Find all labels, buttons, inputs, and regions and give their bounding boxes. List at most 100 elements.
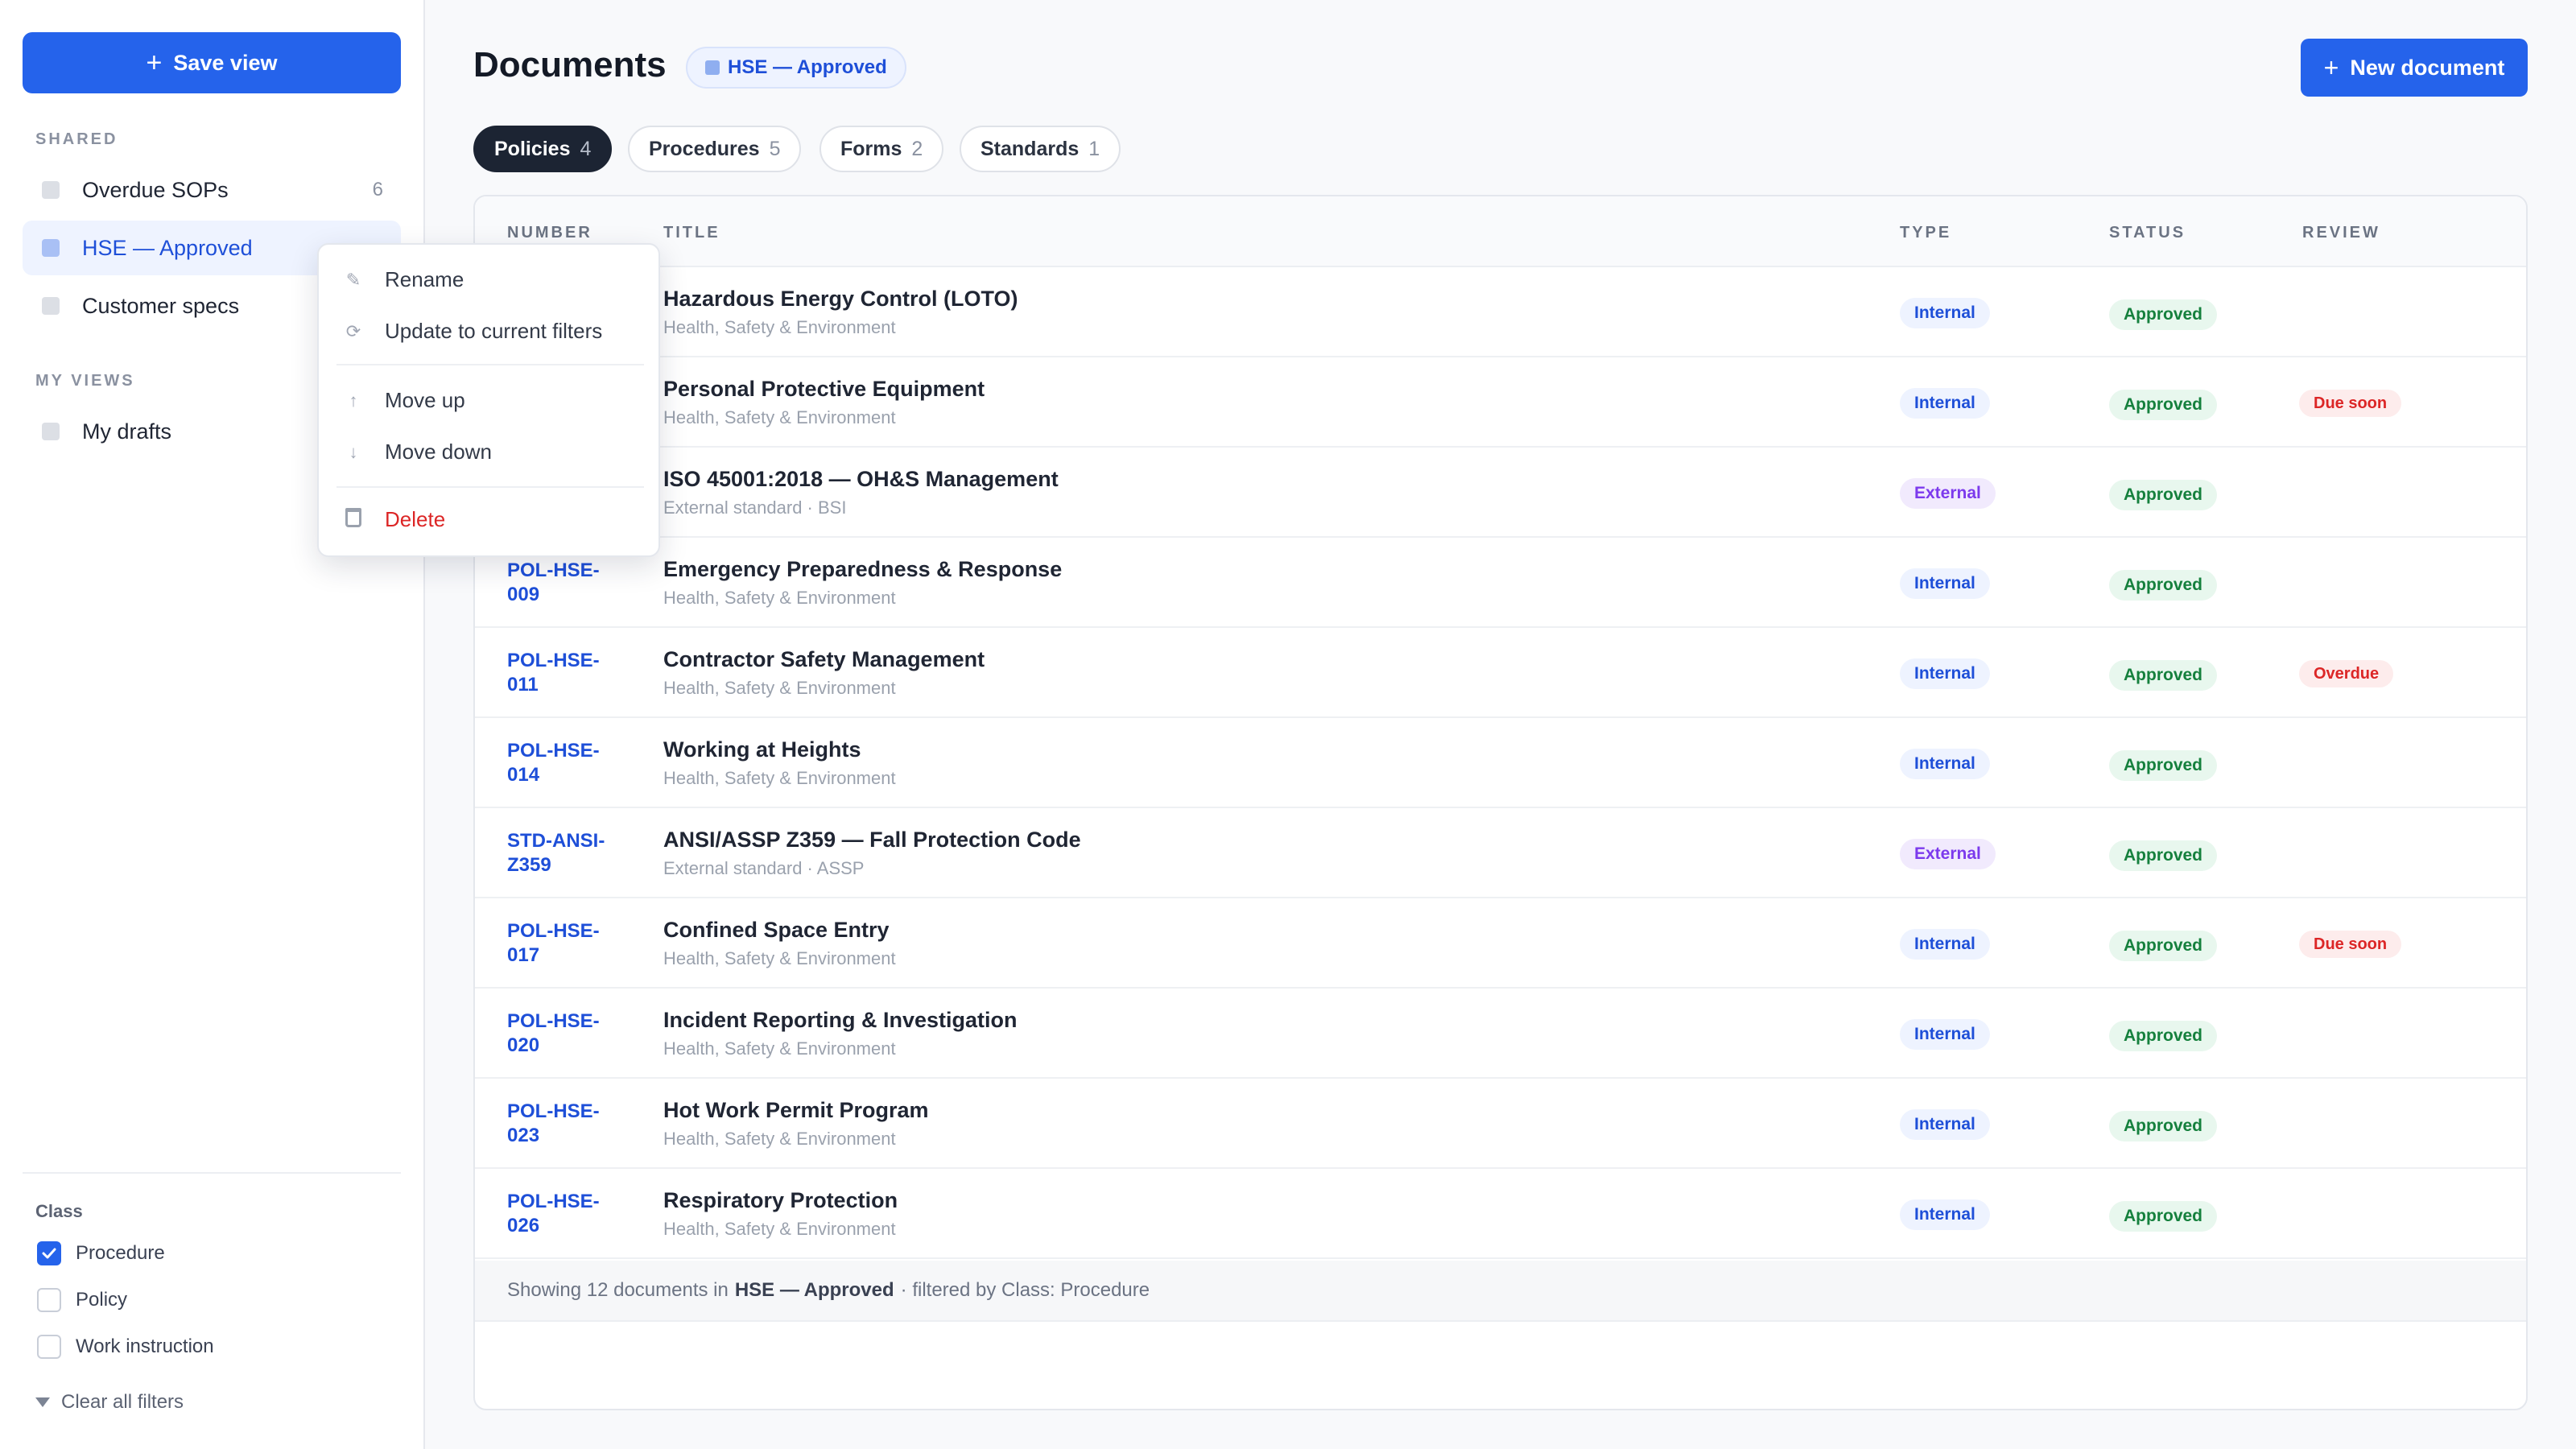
view-color-swatch bbox=[42, 297, 60, 315]
document-number-link[interactable]: POL-HSE-011 bbox=[507, 628, 628, 718]
document-title[interactable]: Working at Heights bbox=[663, 737, 861, 762]
plus-icon: + bbox=[146, 47, 163, 78]
table-row[interactable]: POL-HSE-023 Hot Work Permit Program Health… bbox=[475, 1079, 2526, 1169]
document-title[interactable]: Contractor Safety Management bbox=[663, 647, 985, 672]
type-badge: Internal bbox=[1900, 1019, 1990, 1050]
menu-divider bbox=[336, 364, 644, 365]
check-icon bbox=[42, 1248, 56, 1259]
menu-item-delete[interactable]: Delete bbox=[343, 507, 445, 532]
menu-item-rename[interactable]: ✎ Rename bbox=[343, 267, 464, 292]
view-color-swatch bbox=[705, 60, 720, 75]
table-row[interactable]: POL-HSE-014 Working at Heights Health, Saf… bbox=[475, 718, 2526, 808]
view-item-label: My drafts bbox=[82, 419, 172, 444]
filter-option-work-instruction[interactable]: Work instruction bbox=[37, 1335, 214, 1359]
table-footer: Showing 12 documents in HSE — Approved ·… bbox=[475, 1261, 2526, 1322]
divider bbox=[23, 1172, 401, 1174]
view-color-swatch bbox=[42, 239, 60, 257]
document-number-link[interactable]: POL-HSE-020 bbox=[507, 989, 628, 1079]
type-badge: External bbox=[1900, 478, 1996, 509]
document-title[interactable]: Personal Protective Equipment bbox=[663, 377, 985, 402]
document-subtitle: Health, Safety & Environment bbox=[663, 1129, 896, 1149]
document-subtitle: Health, Safety & Environment bbox=[663, 1219, 896, 1239]
tab-count: 4 bbox=[580, 137, 592, 160]
document-title[interactable]: Incident Reporting & Investigation bbox=[663, 1008, 1018, 1033]
type-badge: Internal bbox=[1900, 568, 1990, 599]
table-row[interactable]: STD-ANSI-Z359 ANSI/ASSP Z359 — Fall Prote… bbox=[475, 808, 2526, 898]
document-number-link[interactable]: STD-ANSI-Z359 bbox=[507, 808, 628, 898]
column-header-type[interactable]: TYPE bbox=[1900, 224, 1951, 242]
menu-item-label: Move up bbox=[385, 388, 465, 412]
document-subtitle: Health, Safety & Environment bbox=[663, 768, 896, 788]
table-row[interactable]: POL-HSE-011 Contractor Safety Management H… bbox=[475, 628, 2526, 718]
table-row[interactable]: Hazardous Energy Control (LOTO) Health, S… bbox=[475, 267, 2526, 357]
document-number-link[interactable]: POL-HSE-014 bbox=[507, 718, 628, 808]
new-document-button[interactable]: + New document bbox=[2301, 39, 2528, 97]
type-badge: Internal bbox=[1900, 298, 1990, 328]
my-views-section-label: MY VIEWS bbox=[35, 372, 135, 390]
filter-title: Class bbox=[35, 1201, 83, 1221]
tab-standards[interactable]: Standards 1 bbox=[960, 126, 1121, 172]
type-badge: Internal bbox=[1900, 749, 1990, 779]
document-title[interactable]: Confined Space Entry bbox=[663, 918, 890, 943]
clear-filters-button[interactable]: Clear all filters bbox=[35, 1391, 184, 1414]
type-badge: Internal bbox=[1900, 1109, 1990, 1140]
type-badge: External bbox=[1900, 839, 1996, 869]
footer-prefix: Showing 12 documents in bbox=[507, 1279, 729, 1301]
checkbox[interactable] bbox=[37, 1335, 61, 1359]
status-badge: Approved bbox=[2109, 1201, 2218, 1232]
tab-count: 5 bbox=[769, 137, 781, 160]
view-item-overdue-sops[interactable]: Overdue SOPs 6 bbox=[23, 163, 401, 217]
table-row[interactable]: POL-HSE-017 Confined Space Entry Health, S… bbox=[475, 898, 2526, 989]
tab-forms[interactable]: Forms 2 bbox=[819, 126, 944, 172]
checkbox[interactable] bbox=[37, 1288, 61, 1312]
view-context-menu: ✎ Rename ⟳ Update to current filters ↑ M… bbox=[317, 243, 660, 557]
filter-option-policy[interactable]: Policy bbox=[37, 1288, 127, 1312]
checkbox-checked[interactable] bbox=[37, 1241, 61, 1265]
pencil-icon: ✎ bbox=[345, 269, 361, 290]
filter-option-label: Policy bbox=[76, 1289, 128, 1311]
view-color-swatch bbox=[42, 181, 60, 199]
table-row[interactable]: POL-HSE-009 Emergency Preparedness & Resp… bbox=[475, 538, 2526, 628]
table-row[interactable]: POL-HSE-026 Respiratory Protection Health,… bbox=[475, 1169, 2526, 1259]
document-subtitle: Health, Safety & Environment bbox=[663, 1038, 896, 1059]
document-number-link[interactable]: POL-HSE-026 bbox=[507, 1169, 628, 1259]
type-badge: Internal bbox=[1900, 388, 1990, 419]
table-row[interactable]: ISO 45001:2018 — OH&S Management External… bbox=[475, 448, 2526, 538]
menu-item-label: Update to current filters bbox=[385, 319, 603, 343]
footer-view-name: HSE — Approved bbox=[734, 1279, 894, 1301]
shared-section-label: SHARED bbox=[35, 130, 118, 148]
document-title[interactable]: Emergency Preparedness & Response bbox=[663, 557, 1062, 582]
document-title[interactable]: ISO 45001:2018 — OH&S Management bbox=[663, 467, 1059, 492]
document-number-link[interactable]: POL-HSE-023 bbox=[507, 1079, 628, 1169]
menu-item-move-up[interactable]: ↑ Move up bbox=[343, 388, 465, 413]
arrow-down-icon: ↓ bbox=[349, 441, 358, 462]
tab-procedures[interactable]: Procedures 5 bbox=[628, 126, 802, 172]
save-view-label: Save view bbox=[173, 50, 278, 75]
table-header: NUMBER TITLE TYPE STATUS REVIEW bbox=[475, 196, 2526, 267]
active-view-chip[interactable]: HSE — Approved bbox=[686, 47, 906, 89]
column-header-status[interactable]: STATUS bbox=[2109, 224, 2186, 242]
document-title[interactable]: Hazardous Energy Control (LOTO) bbox=[663, 287, 1018, 312]
document-title[interactable]: Hot Work Permit Program bbox=[663, 1098, 929, 1123]
sidebar: + Save view SHARED Overdue SOPs 6 HSE — … bbox=[0, 0, 425, 1449]
type-badge: Internal bbox=[1900, 929, 1990, 960]
trash-icon bbox=[343, 507, 364, 532]
menu-item-update-filters[interactable]: ⟳ Update to current filters bbox=[343, 319, 602, 344]
save-view-button[interactable]: + Save view bbox=[23, 32, 401, 93]
view-item-label: Overdue SOPs bbox=[82, 177, 229, 202]
page-title: Documents bbox=[473, 45, 667, 85]
column-header-title[interactable]: TITLE bbox=[663, 224, 720, 242]
column-header-number[interactable]: NUMBER bbox=[507, 224, 592, 242]
table-row[interactable]: Personal Protective Equipment Health, Saf… bbox=[475, 357, 2526, 448]
document-number-link[interactable]: POL-HSE-017 bbox=[507, 898, 628, 989]
column-header-review[interactable]: REVIEW bbox=[2302, 224, 2380, 242]
tab-policies[interactable]: Policies 4 bbox=[473, 126, 613, 172]
status-badge: Approved bbox=[2109, 1021, 2218, 1051]
table-row[interactable]: POL-HSE-020 Incident Reporting & Investig… bbox=[475, 989, 2526, 1079]
document-title[interactable]: Respiratory Protection bbox=[663, 1188, 898, 1213]
filter-option-procedure[interactable]: Procedure bbox=[37, 1241, 165, 1265]
status-badge: Approved bbox=[2109, 931, 2218, 961]
menu-item-move-down[interactable]: ↓ Move down bbox=[343, 440, 492, 464]
document-title[interactable]: ANSI/ASSP Z359 — Fall Protection Code bbox=[663, 828, 1081, 852]
status-badge: Approved bbox=[2109, 390, 2218, 420]
